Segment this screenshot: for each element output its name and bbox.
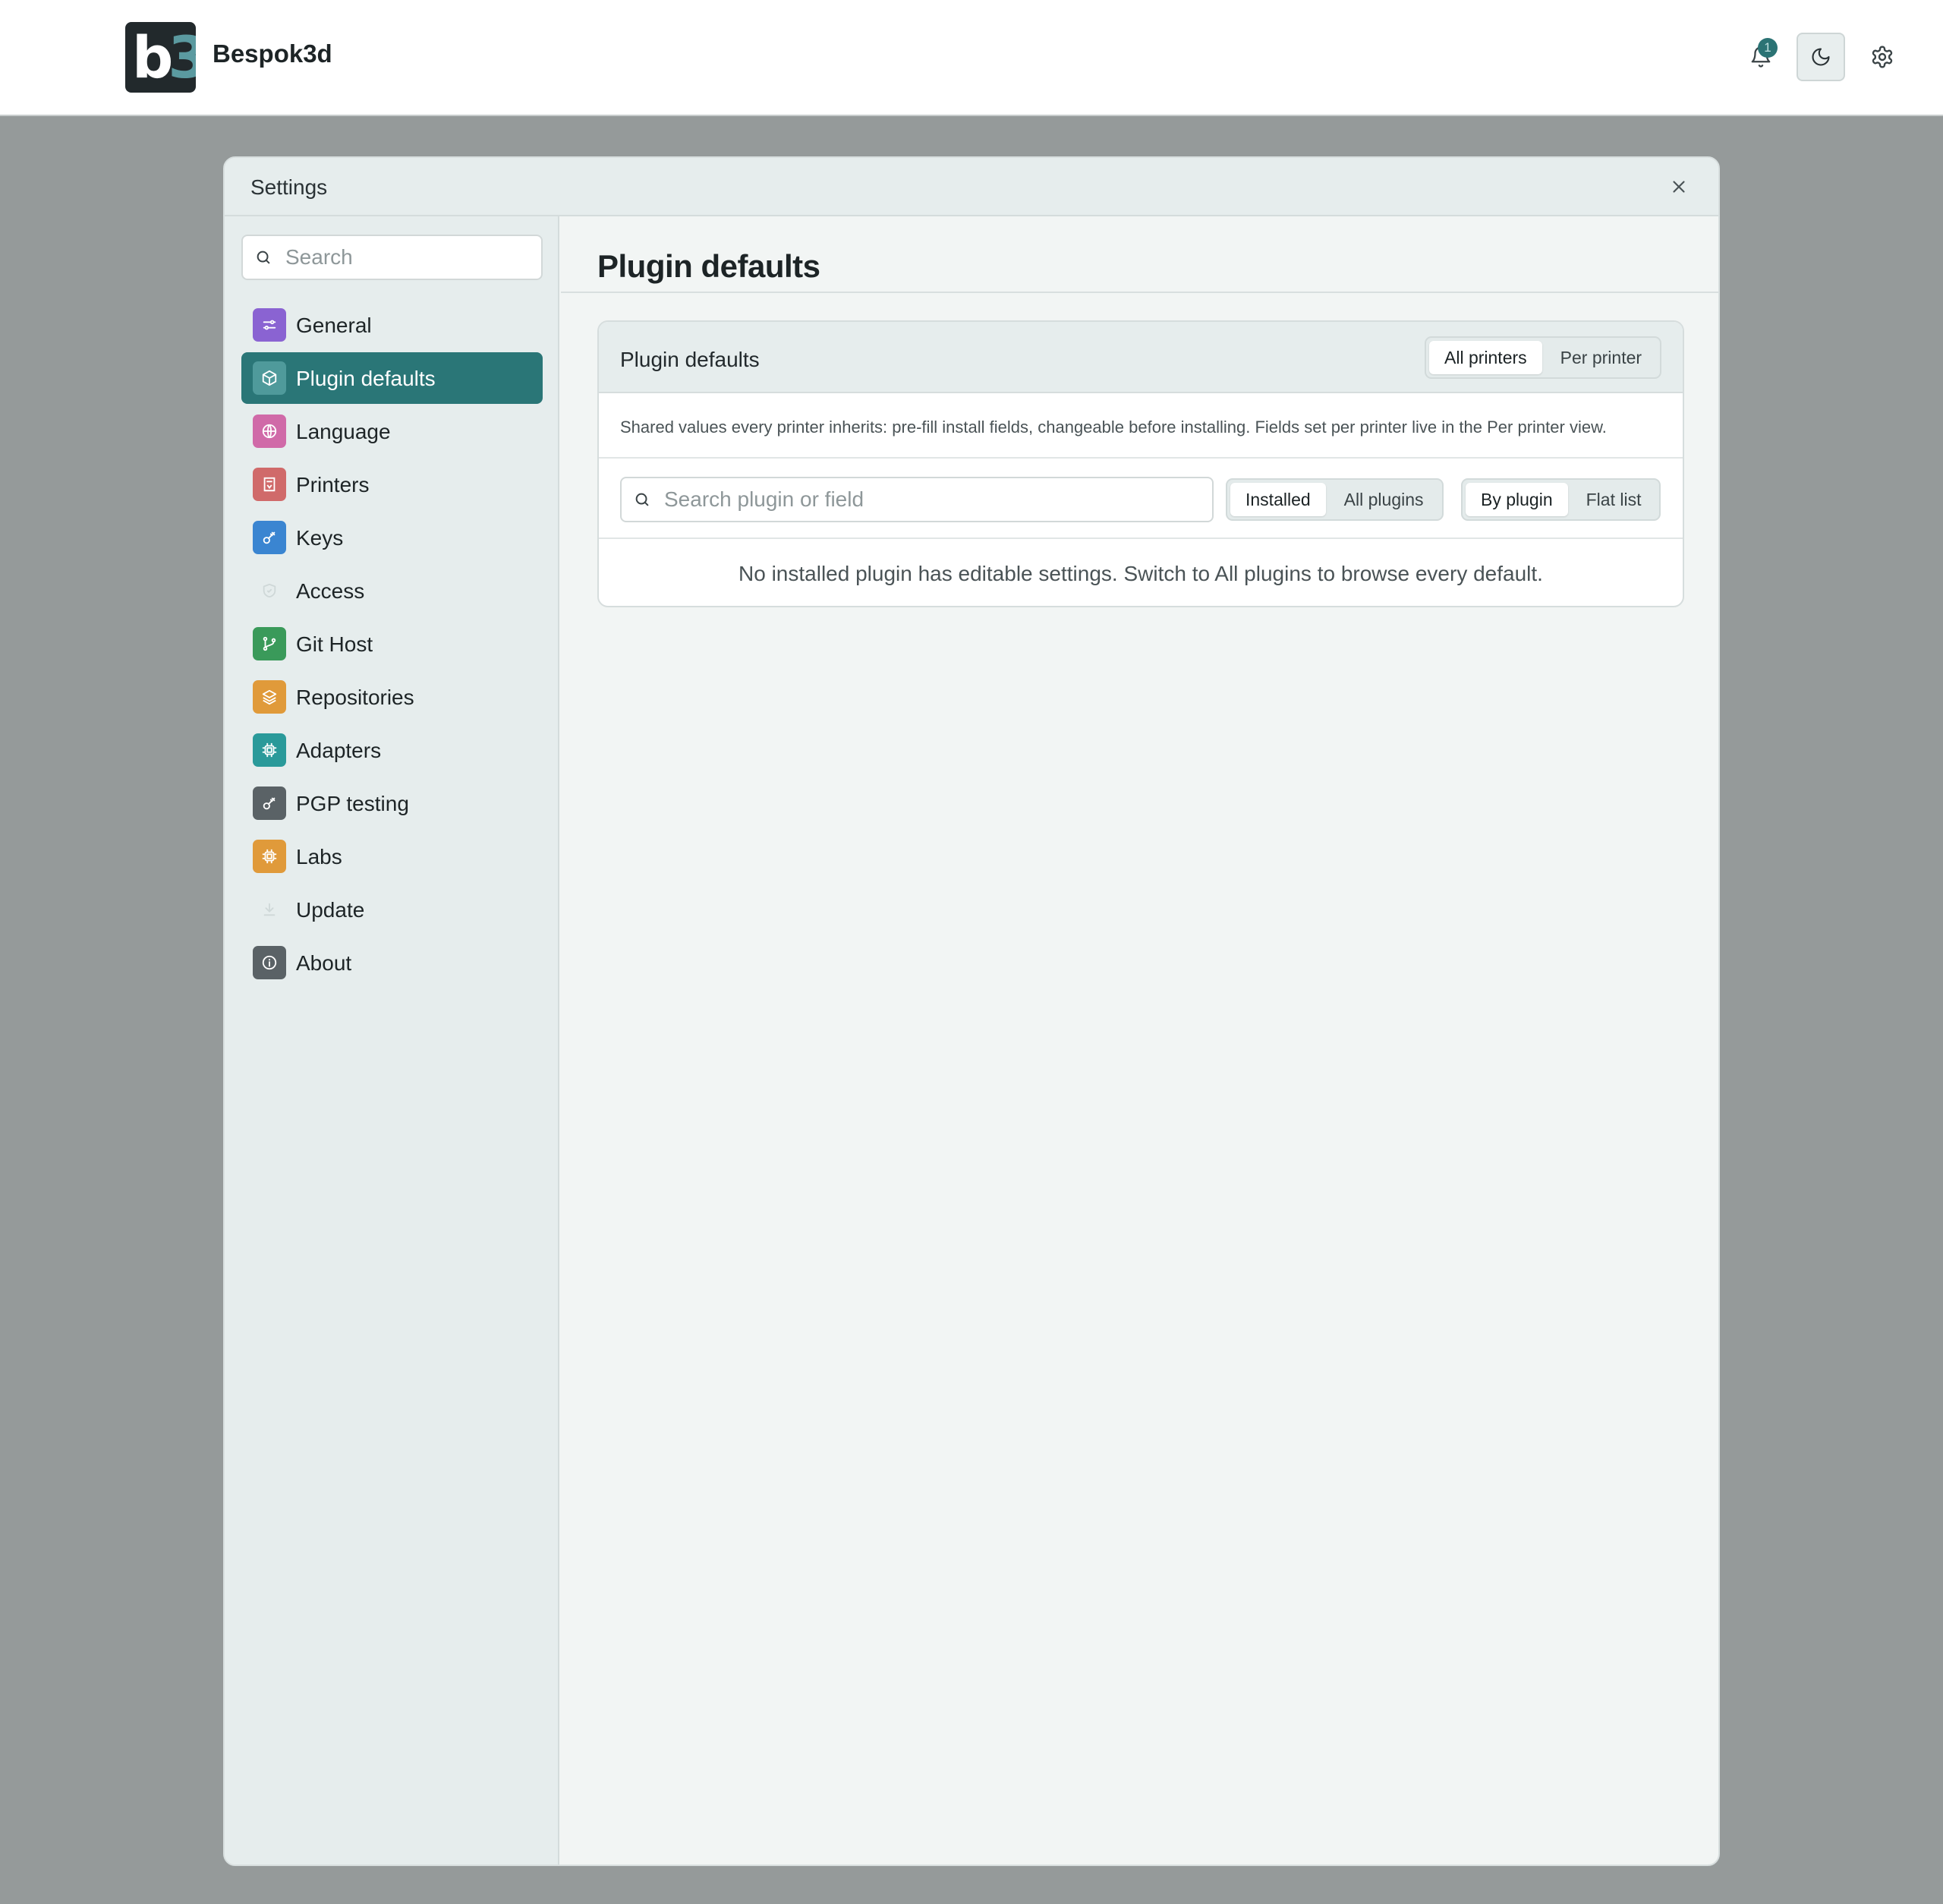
dialog-header: Settings (225, 158, 1718, 216)
sidebar-item-label: Labs (296, 845, 342, 868)
shield-icon (253, 574, 286, 607)
plugin-search[interactable] (620, 477, 1214, 522)
sidebar-item-label: Printers (296, 473, 370, 496)
card-description: Shared values every printer inherits: pr… (620, 418, 1607, 437)
layers-icon (253, 680, 286, 714)
sidebar-item-label: Repositories (296, 686, 414, 709)
moon-icon (1812, 48, 1830, 66)
app-logo[interactable]: b3 (125, 22, 196, 93)
sidebar-item-labs[interactable]: Labs (241, 831, 543, 882)
card-title: Plugin defaults (620, 348, 760, 371)
sidebar-item-label: Language (296, 420, 391, 443)
dialog-title: Settings (250, 175, 328, 199)
close-icon (1673, 181, 1685, 193)
search-icon (635, 493, 649, 506)
view-mode-toggle: By plugin Flat list (1461, 478, 1661, 521)
close-button[interactable] (1665, 173, 1693, 200)
key-icon (253, 521, 286, 554)
sidebar-item-language[interactable]: Language (241, 405, 543, 457)
gear-icon (1872, 46, 1893, 68)
box-icon (253, 361, 286, 395)
sidebar-item-about[interactable]: About (241, 937, 543, 988)
globe-icon (253, 415, 286, 448)
sidebar-item-general[interactable]: General (241, 299, 543, 351)
tab-flat-list[interactable]: Flat list (1571, 483, 1657, 516)
sidebar-item-label: About (296, 951, 352, 975)
card-header: Plugin defaults All printers Per printer (599, 322, 1683, 393)
page-title: Plugin defaults (597, 248, 820, 284)
chip-icon (253, 840, 286, 873)
chip-icon (253, 733, 286, 767)
sidebar-item-label: Update (296, 898, 365, 922)
info-icon (253, 946, 286, 979)
settings-sidebar: General Plugin defaults Language Printer… (225, 216, 559, 1865)
sidebar-item-access[interactable]: Access (241, 565, 543, 616)
printer-icon (253, 468, 286, 501)
sidebar-item-pgp-testing[interactable]: PGP testing (241, 777, 543, 829)
divider (599, 457, 1683, 459)
notifications-button[interactable]: 1 (1737, 33, 1785, 81)
settings-content: Plugin defaults Plugin defaults All prin… (561, 216, 1718, 1865)
sidebar-item-git-host[interactable]: Git Host (241, 618, 543, 670)
sidebar-item-label: PGP testing (296, 792, 409, 815)
key-icon (253, 787, 286, 820)
tab-by-plugin[interactable]: By plugin (1466, 483, 1568, 516)
empty-state-message: No installed plugin has editable setting… (738, 562, 1543, 585)
divider (561, 292, 1718, 293)
sidebar-item-plugin-defaults[interactable]: Plugin defaults (241, 352, 543, 404)
settings-dialog: Settings General Plugin defaults L (223, 156, 1720, 1866)
sidebar-item-label: Keys (296, 526, 344, 550)
scope-toggle: All printers Per printer (1425, 336, 1662, 379)
sidebar-item-adapters[interactable]: Adapters (241, 724, 543, 776)
search-icon (257, 251, 270, 264)
sidebar-item-label: Plugin defaults (296, 367, 436, 390)
tab-all-plugins[interactable]: All plugins (1329, 483, 1439, 516)
sidebar-item-repositories[interactable]: Repositories (241, 671, 543, 723)
settings-search-input[interactable] (285, 244, 528, 271)
sliders-icon (253, 308, 286, 342)
sidebar-item-label: Access (296, 579, 365, 603)
sidebar-item-update[interactable]: Update (241, 884, 543, 935)
sidebar-item-label: General (296, 314, 372, 337)
plugin-search-input[interactable] (664, 486, 1195, 513)
sidebar-item-label: Git Host (296, 632, 373, 656)
sidebar-item-keys[interactable]: Keys (241, 512, 543, 563)
settings-search[interactable] (241, 235, 543, 280)
top-bar: b3 Bespok3d 1 (0, 0, 1943, 116)
installed-filter-toggle: Installed All plugins (1226, 478, 1444, 521)
plugin-defaults-card: Plugin defaults All printers Per printer… (597, 320, 1684, 607)
app-name: Bespok3d (213, 39, 332, 68)
sidebar-item-label: Adapters (296, 739, 382, 762)
tab-all-printers[interactable]: All printers (1429, 341, 1542, 374)
sidebar-item-printers[interactable]: Printers (241, 459, 543, 510)
download-icon (253, 893, 286, 926)
tab-per-printer[interactable]: Per printer (1545, 341, 1657, 374)
git-branch-icon (253, 627, 286, 660)
divider (599, 537, 1683, 539)
theme-toggle-button[interactable] (1797, 33, 1845, 81)
settings-button[interactable] (1858, 33, 1907, 81)
notification-badge: 1 (1758, 38, 1778, 58)
tab-installed[interactable]: Installed (1230, 483, 1326, 516)
